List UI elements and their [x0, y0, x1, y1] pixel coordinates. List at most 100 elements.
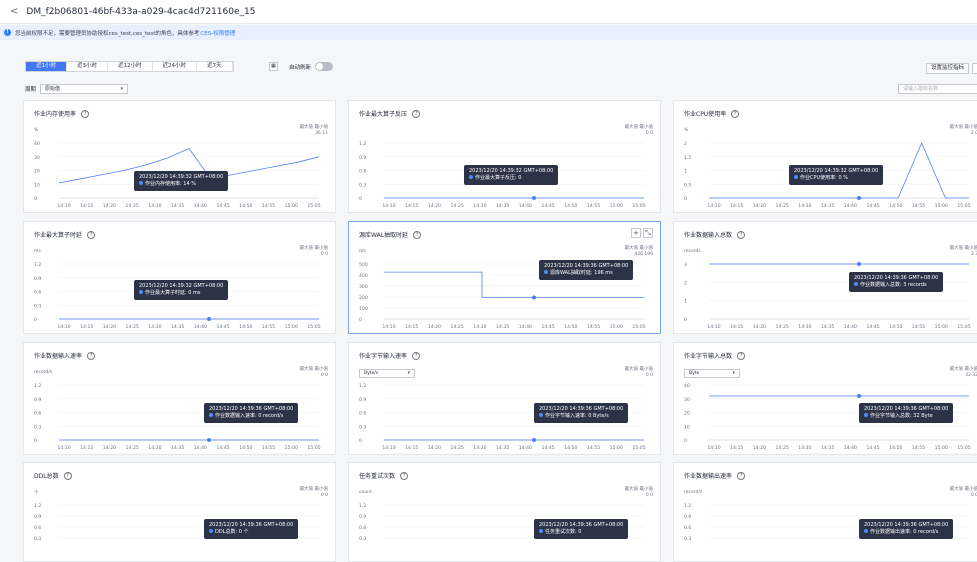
x-tick-label: 14:35	[171, 445, 184, 451]
x-tick-label: 14:45	[216, 203, 229, 209]
x-tick-label: 14:45	[216, 324, 229, 330]
chart-svg: 40 30 20 10 0 14:10 14:15 14:20 14:25 14:30 14:35 1…	[34, 141, 321, 209]
x-tick-label: 14:35	[171, 203, 184, 209]
y-tick-label: 10	[684, 424, 690, 430]
x-tick-label: 15:05	[307, 324, 320, 330]
x-tick-label: 14:30	[148, 203, 161, 209]
chevron-left-icon[interactable]: <	[10, 6, 18, 17]
hover-point	[207, 317, 211, 321]
tooltip-time: 2023/12/20 14:39:32 GMT+08:00	[139, 283, 224, 289]
auto-refresh-toggle[interactable]	[315, 62, 333, 71]
tab-7d[interactable]: 近7天	[197, 62, 233, 71]
x-tick-label: 15:05	[632, 445, 645, 451]
x-tick-label: 15:05	[957, 203, 970, 209]
x-tick-label: 15:00	[610, 445, 623, 451]
x-tick-label: 14:20	[103, 445, 116, 451]
chart-tooltip: 2023/12/20 14:39:36 GMT+08:00 DDL总数: 0 个	[204, 519, 299, 539]
x-tick-label: 14:40	[519, 324, 532, 330]
y-tick-label: 0	[34, 438, 37, 444]
tab-1h[interactable]: 近1小时	[26, 62, 67, 71]
tab-12h[interactable]: 近12小时	[108, 62, 153, 71]
period-select[interactable]: 原始值 ▾	[40, 84, 129, 94]
series-dot-icon	[864, 413, 868, 417]
y-tick-label: 0.6	[34, 525, 41, 531]
chart-tooltip: 2023/12/20 14:39:32 GMT+08:00 作业CPU使用率: 0…	[789, 165, 884, 185]
x-tick-label: 14:45	[866, 445, 879, 451]
x-tick-label: 14:25	[126, 445, 139, 451]
x-tick-label: 14:40	[844, 203, 857, 209]
x-tick-label: 14:30	[798, 324, 811, 330]
tooltip-time: 2023/12/20 14:39:32 GMT+08:00	[139, 174, 224, 180]
hover-point	[857, 196, 861, 200]
x-tick-label: 14:20	[753, 203, 766, 209]
x-tick-label: 14:35	[821, 324, 834, 330]
x-tick-label: 14:45	[866, 203, 879, 209]
y-tick-label: 0.9	[34, 276, 41, 282]
metric-card: 任务重试次数? count 最大值 最小值 0 0 1.2 0.9 0.6 0.3 2023/1…	[348, 462, 661, 562]
tooltip-value-row: 作业最大算子反压: 0	[469, 175, 553, 182]
calendar-icon[interactable]: ▦	[269, 62, 278, 71]
tooltip-value: 作业字节输入速率: 0 Byte/s	[545, 413, 609, 419]
y-tick-label: 0.9	[34, 397, 41, 403]
chart-tooltip: 2023/12/20 14:39:36 GMT+08:00 源库WAL抽取时延: …	[539, 260, 634, 280]
x-tick-label: 14:55	[912, 445, 925, 451]
x-tick-label: 15:00	[610, 203, 623, 209]
hover-point	[532, 438, 536, 442]
y-tick-label: 0.9	[684, 514, 691, 520]
x-tick-label: 14:20	[428, 203, 441, 209]
y-tick-label: 30	[34, 155, 40, 161]
y-tick-label: 0.6	[34, 411, 41, 417]
series-dot-icon	[864, 529, 868, 533]
tooltip-time: 2023/12/20 14:39:32 GMT+08:00	[794, 168, 879, 174]
x-tick-label: 14:20	[428, 324, 441, 330]
chart-tooltip: 2023/12/20 14:39:36 GMT+08:00 作业数据输入总数: 3…	[849, 272, 944, 292]
x-tick-label: 14:55	[912, 324, 925, 330]
y-tick-label: 0	[684, 317, 687, 323]
metric-search-input[interactable]: 请输入指标名称	[898, 84, 977, 94]
x-tick-label: 15:00	[285, 324, 298, 330]
tooltip-value: 作业数据输入总数: 3 records	[860, 282, 927, 288]
chart-svg: 1.2 0.9 0.6 0.3	[684, 503, 969, 542]
y-tick-label: 0.6	[359, 169, 366, 175]
x-tick-label: 14:15	[405, 203, 418, 209]
y-tick-label: 20	[34, 169, 40, 175]
x-tick-label: 14:10	[57, 324, 70, 330]
tooltip-time: 2023/12/20 14:39:36 GMT+08:00	[854, 275, 939, 281]
y-tick-label: 0	[359, 317, 362, 323]
tooltip-time: 2023/12/20 14:39:32 GMT+08:00	[469, 168, 554, 174]
x-tick-label: 14:50	[239, 324, 252, 330]
title-bar: < DM_f2b06801-46bf-433a-a029-4cac4d72116…	[0, 0, 977, 24]
series-dot-icon	[544, 270, 548, 274]
hover-point	[532, 196, 536, 200]
notice-link[interactable]: CES-权限管理	[200, 29, 235, 37]
hover-point	[857, 394, 861, 398]
chart-tooltip: 2023/12/20 14:39:36 GMT+08:00 作业字节输入总数: 3…	[859, 403, 954, 423]
x-tick-label: 14:15	[730, 445, 743, 451]
series-dot-icon	[209, 529, 213, 533]
tab-3h[interactable]: 近3小时	[67, 62, 108, 71]
y-tick-label: 1.2	[34, 262, 41, 268]
more-button[interactable]	[972, 63, 977, 74]
info-icon: !	[4, 29, 11, 36]
x-tick-label: 15:05	[957, 445, 970, 451]
y-tick-label: 3	[684, 262, 687, 268]
y-tick-label: 0.3	[359, 424, 366, 430]
settings-metrics-button[interactable]: 设置监控指标	[926, 63, 969, 74]
x-tick-label: 14:45	[541, 203, 554, 209]
x-tick-label: 14:10	[382, 324, 395, 330]
metric-card: 作业数据输入总数?records最大值 最小值3 3321014:1014:15…	[673, 221, 977, 334]
series-dot-icon	[139, 290, 143, 294]
metric-card: 作业字节输入总数? Byte ▾ 最大值 最小值 32 32 40 30 20 10 0 14:10…	[673, 342, 977, 455]
chart-tooltip: 2023/12/20 14:39:32 GMT+08:00 作业内存使用率: 14…	[134, 171, 229, 191]
tooltip-value-row: 作业数据输入总数: 3 records	[854, 282, 938, 289]
chart-svg: 1.2 0.9 0.6 0.3 0 14:10 14:15 14:20 14:25 14:30 14…	[34, 262, 321, 330]
y-tick-label: 0.9	[34, 514, 41, 520]
x-tick-label: 14:45	[541, 445, 554, 451]
y-tick-label: 0.9	[359, 514, 366, 520]
x-tick-label: 14:15	[730, 203, 743, 209]
tab-24h[interactable]: 近24小时	[153, 62, 197, 71]
x-tick-label: 14:50	[889, 203, 902, 209]
tooltip-value-row: 作业最大算子时延: 0 ms	[139, 290, 223, 297]
y-tick-label: 0.6	[359, 411, 366, 417]
toolbar: 近1小时 近3小时 近12小时 近24小时 近7天 ▦ 自动刷新	[0, 56, 977, 76]
